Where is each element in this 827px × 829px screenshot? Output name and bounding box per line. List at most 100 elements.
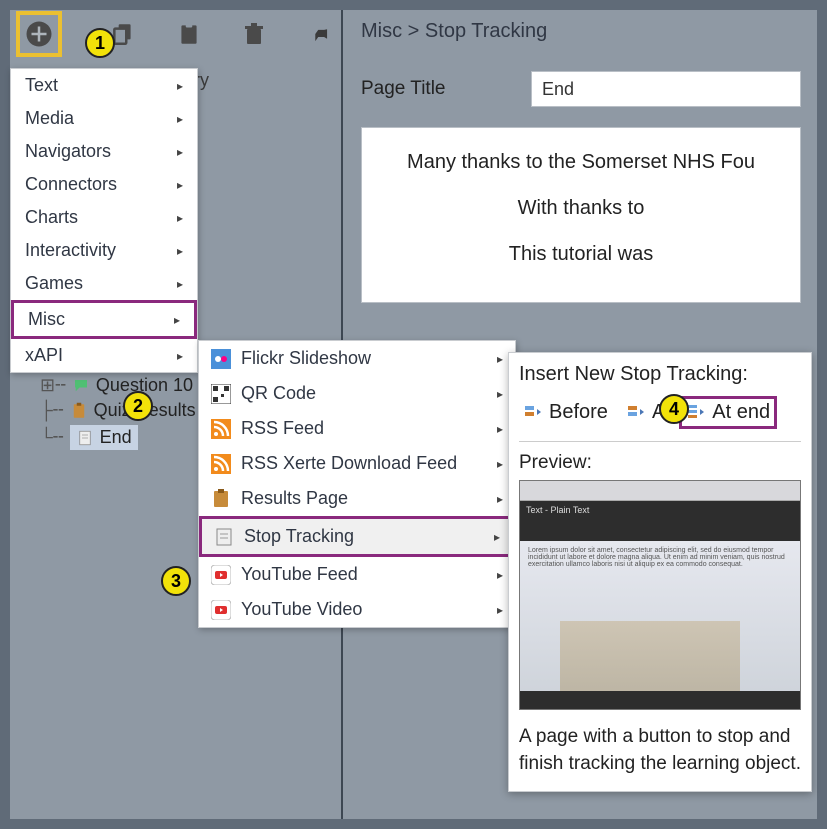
- chevron-right-icon: ▸: [497, 603, 503, 617]
- callout-4: 4: [659, 394, 689, 424]
- insert-before-button[interactable]: Before: [519, 399, 612, 426]
- tree-line-icon: └╌: [40, 427, 64, 448]
- plus-circle-icon: [24, 19, 54, 49]
- chevron-right-icon: ▸: [177, 145, 183, 159]
- content-editor[interactable]: Many thanks to the Somerset NHS Fou With…: [361, 127, 801, 303]
- callout-3: 3: [161, 566, 191, 596]
- callout-2: 2: [123, 391, 153, 421]
- insert-popup: Insert New Stop Tracking: Before A At en…: [508, 352, 812, 792]
- menu-label: xAPI: [25, 345, 63, 366]
- menu-label: Misc: [28, 309, 65, 330]
- insert-at-end-button[interactable]: At end: [679, 396, 777, 429]
- breadcrumb-parent[interactable]: Misc: [361, 20, 402, 42]
- chevron-right-icon: ▸: [497, 387, 503, 401]
- preview-thumbnail: Text - Plain Text Lorem ipsum dolor sit …: [519, 480, 801, 710]
- menu-label: Text: [25, 75, 58, 96]
- submenu-item-yt-feed[interactable]: YouTube Feed ▸: [199, 557, 515, 592]
- chevron-right-icon: ▸: [177, 244, 183, 258]
- document-icon: [214, 527, 234, 547]
- submenu-label: Stop Tracking: [244, 526, 484, 547]
- delete-button[interactable]: [240, 15, 270, 53]
- page-title-input[interactable]: [531, 71, 801, 107]
- tree-label: End: [100, 427, 132, 448]
- paste-button[interactable]: [174, 15, 204, 53]
- menu-label: Media: [25, 108, 74, 129]
- youtube-icon: [211, 600, 231, 620]
- insert-before-icon: [523, 403, 543, 423]
- expand-icon[interactable]: ⊞╌: [40, 375, 66, 396]
- submenu-label: Results Page: [241, 488, 487, 509]
- toolbar: [10, 10, 341, 58]
- preview-title: Text - Plain Text: [526, 505, 589, 515]
- menu-label: Connectors: [25, 174, 117, 195]
- chevron-right-icon: ▸: [497, 568, 503, 582]
- pin-button[interactable]: [305, 15, 335, 53]
- chevron-right-icon: ▸: [494, 530, 500, 544]
- breadcrumb-sep: >: [408, 20, 420, 42]
- content-line: Many thanks to the Somerset NHS Fou: [378, 146, 784, 178]
- submenu-label: Flickr Slideshow: [241, 348, 487, 369]
- submenu-item-qr[interactable]: QR Code ▸: [199, 376, 515, 411]
- rss-icon: [211, 419, 231, 439]
- submenu-item-yt-video[interactable]: YouTube Video ▸: [199, 592, 515, 627]
- qr-icon: [211, 384, 231, 404]
- popup-description: A page with a button to stop and finish …: [519, 724, 801, 777]
- clipboard-icon: [211, 489, 231, 509]
- chevron-right-icon: ▸: [174, 313, 180, 327]
- content-line: With thanks to: [378, 192, 784, 224]
- paste-icon: [176, 21, 202, 47]
- menu-label: Charts: [25, 207, 78, 228]
- chevron-right-icon: ▸: [497, 457, 503, 471]
- submenu-item-flickr[interactable]: Flickr Slideshow ▸: [199, 341, 515, 376]
- menu-item-xapi[interactable]: xAPI▸: [11, 339, 197, 372]
- menu-label: Interactivity: [25, 240, 116, 261]
- menu-item-media[interactable]: Media ▸: [11, 102, 197, 135]
- chevron-right-icon: ▸: [497, 352, 503, 366]
- insert-before-label: Before: [549, 401, 608, 424]
- chevron-right-icon: ▸: [497, 492, 503, 506]
- flickr-icon: [211, 349, 231, 369]
- menu-item-connectors[interactable]: Connectors ▸: [11, 168, 197, 201]
- trash-icon: [242, 21, 266, 47]
- divider: [519, 441, 801, 442]
- breadcrumb: Misc > Stop Tracking: [361, 20, 801, 43]
- chevron-right-icon: ▸: [497, 422, 503, 436]
- page-title-label: Page Title: [361, 78, 501, 100]
- clipboard-icon: [70, 402, 88, 420]
- chevron-right-icon: ▸: [177, 211, 183, 225]
- youtube-icon: [211, 565, 231, 585]
- submenu-item-rss[interactable]: RSS Feed ▸: [199, 411, 515, 446]
- page-title-row: Page Title: [361, 71, 801, 107]
- menu-item-navigators[interactable]: Navigators ▸: [11, 135, 197, 168]
- insert-at-end-label: At end: [712, 401, 770, 424]
- add-button-highlight: [16, 11, 62, 57]
- submenu-item-results[interactable]: Results Page ▸: [199, 481, 515, 516]
- callout-1: 1: [85, 28, 115, 58]
- menu-item-charts[interactable]: Charts ▸: [11, 201, 197, 234]
- menu-item-games[interactable]: Games▸: [11, 267, 197, 300]
- misc-submenu: Flickr Slideshow ▸ QR Code ▸ RSS Feed ▸ RSS…: [198, 340, 516, 628]
- menu-item-text[interactable]: Text▸: [11, 69, 197, 102]
- chevron-right-icon: ▸: [177, 178, 183, 192]
- menu-label: Navigators: [25, 141, 111, 162]
- insert-menu: Text▸ Media▸ Navigators▸ Connectors▸ Cha…: [10, 68, 198, 373]
- document-icon: [76, 429, 94, 447]
- submenu-label: YouTube Feed: [241, 564, 487, 585]
- submenu-label: QR Code: [241, 383, 487, 404]
- chevron-right-icon: ▸: [177, 112, 183, 126]
- menu-label: Games: [25, 273, 83, 294]
- popup-heading: Insert New Stop Tracking:: [519, 363, 801, 386]
- add-button[interactable]: [20, 15, 58, 53]
- submenu-item-stop-tracking[interactable]: Stop Tracking ▸: [199, 516, 515, 557]
- submenu-label: YouTube Video: [241, 599, 487, 620]
- submenu-label: RSS Xerte Download Feed: [241, 453, 487, 474]
- menu-item-misc[interactable]: Misc ▸: [11, 300, 197, 339]
- menu-item-interactivity[interactable]: Interactivity ▸: [11, 234, 197, 267]
- app-frame: stry ⊞╌ Question 10 ├╌ Quiz Results └╌ E…: [10, 10, 817, 819]
- tree-line-icon: ├╌: [40, 400, 64, 421]
- submenu-label: RSS Feed: [241, 418, 487, 439]
- submenu-item-rss-xerte[interactable]: RSS Xerte Download Feed ▸: [199, 446, 515, 481]
- insert-after-icon: [626, 403, 646, 423]
- preview-label: Preview:: [519, 452, 801, 474]
- insert-end-icon: [686, 403, 706, 423]
